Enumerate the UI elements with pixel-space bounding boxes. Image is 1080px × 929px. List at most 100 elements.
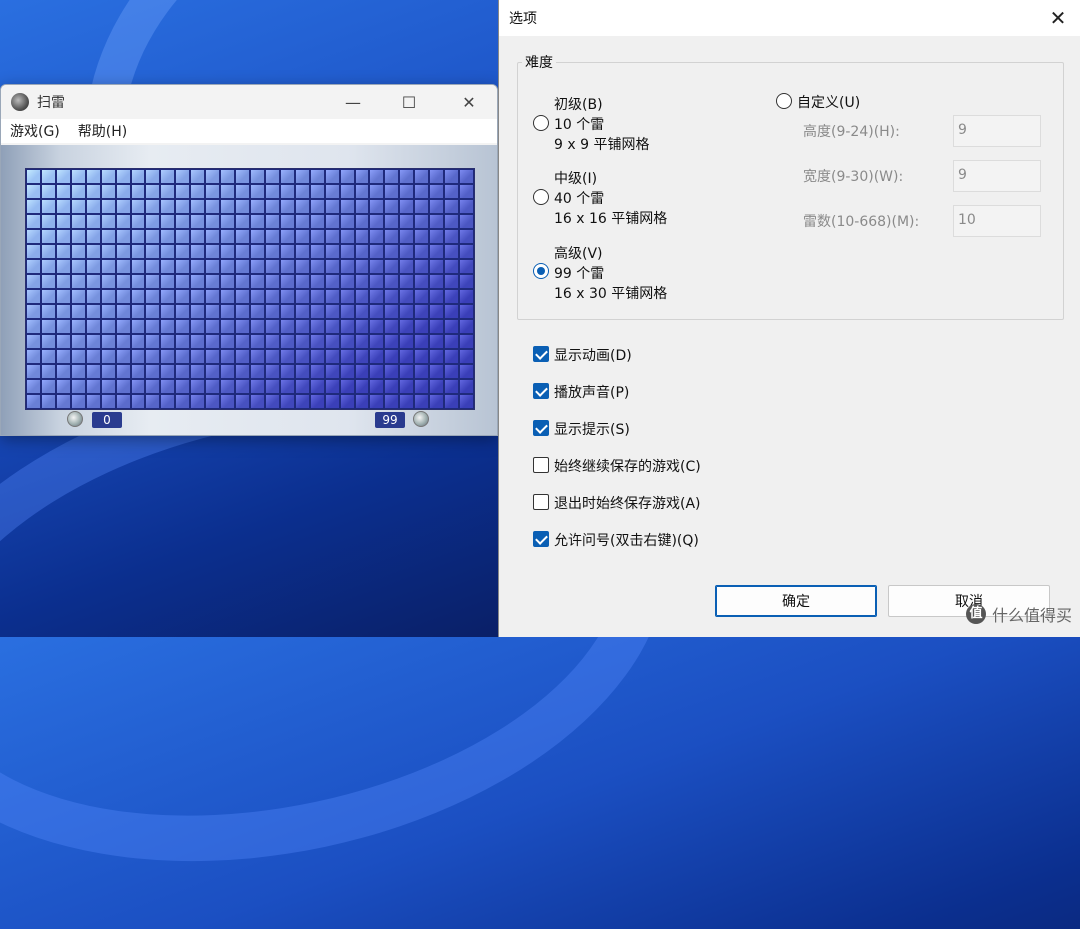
mine-cell[interactable] — [264, 319, 280, 334]
mine-cell[interactable] — [399, 364, 415, 379]
mine-cell[interactable] — [190, 229, 206, 244]
mine-cell[interactable] — [190, 274, 206, 289]
menu-help[interactable]: 帮助(H) — [69, 121, 136, 141]
mine-cell[interactable] — [264, 259, 280, 274]
mine-cell[interactable] — [205, 379, 221, 394]
mine-cell[interactable] — [294, 304, 310, 319]
mine-cell[interactable] — [130, 379, 146, 394]
mine-cell[interactable] — [115, 259, 131, 274]
mine-cell[interactable] — [294, 319, 310, 334]
mine-cell[interactable] — [459, 334, 474, 349]
mine-cell[interactable] — [384, 304, 400, 319]
mine-cell[interactable] — [175, 349, 191, 364]
mine-cell[interactable] — [339, 259, 355, 274]
mine-cell[interactable] — [145, 229, 161, 244]
mine-cell[interactable] — [175, 394, 191, 409]
mine-cell[interactable] — [205, 199, 221, 214]
mine-cell[interactable] — [40, 319, 56, 334]
mine-cell[interactable] — [459, 394, 474, 409]
mine-cell[interactable] — [130, 184, 146, 199]
mine-cell[interactable] — [384, 214, 400, 229]
mine-cell[interactable] — [175, 229, 191, 244]
mine-cell[interactable] — [205, 259, 221, 274]
mine-cell[interactable] — [130, 289, 146, 304]
mine-cell[interactable] — [190, 334, 206, 349]
mine-cell[interactable] — [130, 214, 146, 229]
mine-cell[interactable] — [220, 304, 236, 319]
mine-cell[interactable] — [26, 244, 41, 259]
mine-cell[interactable] — [294, 289, 310, 304]
mine-cell[interactable] — [444, 349, 460, 364]
radio-beginner[interactable] — [533, 115, 549, 131]
mine-cell[interactable] — [429, 319, 445, 334]
mine-cell[interactable] — [369, 214, 385, 229]
mine-cell[interactable] — [220, 334, 236, 349]
checkbox-allow-question-marks[interactable] — [533, 531, 549, 547]
mine-cell[interactable] — [70, 199, 86, 214]
mine-cell[interactable] — [160, 349, 176, 364]
mine-cell[interactable] — [250, 319, 265, 334]
mine-cell[interactable] — [205, 214, 221, 229]
mine-cell[interactable] — [85, 379, 101, 394]
show-animations-label[interactable]: 显示动画(D) — [554, 345, 632, 365]
mine-cell[interactable] — [369, 259, 385, 274]
mine-cell[interactable] — [429, 169, 445, 184]
mine-cell[interactable] — [26, 274, 41, 289]
mine-cell[interactable] — [70, 274, 86, 289]
mine-cell[interactable] — [220, 214, 236, 229]
beginner-label[interactable]: 初级(B) — [554, 94, 603, 114]
mine-cell[interactable] — [369, 199, 385, 214]
mine-cell[interactable] — [220, 379, 236, 394]
mine-cell[interactable] — [354, 304, 370, 319]
mine-cell[interactable] — [399, 334, 415, 349]
mine-cell[interactable] — [55, 349, 71, 364]
mine-cell[interactable] — [130, 244, 146, 259]
mine-cell[interactable] — [235, 274, 250, 289]
mine-cell[interactable] — [279, 169, 295, 184]
mine-cell[interactable] — [205, 319, 221, 334]
mine-cell[interactable] — [160, 259, 176, 274]
mine-cell[interactable] — [190, 364, 206, 379]
mine-cell[interactable] — [414, 259, 430, 274]
mine-cell[interactable] — [205, 184, 221, 199]
mine-cell[interactable] — [294, 379, 310, 394]
mine-cell[interactable] — [354, 394, 370, 409]
mine-cell[interactable] — [384, 349, 400, 364]
mine-cell[interactable] — [70, 214, 86, 229]
mine-cell[interactable] — [26, 364, 41, 379]
mine-cell[interactable] — [250, 334, 265, 349]
mine-cell[interactable] — [294, 169, 310, 184]
mine-cell[interactable] — [55, 244, 71, 259]
mine-cell[interactable] — [414, 334, 430, 349]
mine-cell[interactable] — [384, 379, 400, 394]
mine-cell[interactable] — [26, 184, 41, 199]
mine-cell[interactable] — [384, 184, 400, 199]
show-tips-label[interactable]: 显示提示(S) — [554, 419, 630, 439]
mine-cell[interactable] — [414, 394, 430, 409]
mine-cell[interactable] — [40, 364, 56, 379]
mine-cell[interactable] — [264, 274, 280, 289]
minimize-button[interactable]: — — [325, 85, 381, 119]
mine-cell[interactable] — [85, 274, 101, 289]
width-field[interactable]: 9 — [953, 160, 1041, 192]
mine-cell[interactable] — [294, 274, 310, 289]
mine-cell[interactable] — [264, 214, 280, 229]
mine-cell[interactable] — [399, 259, 415, 274]
mine-cell[interactable] — [220, 184, 236, 199]
mine-cell[interactable] — [384, 169, 400, 184]
mine-cell[interactable] — [309, 349, 325, 364]
radio-custom[interactable] — [776, 93, 792, 109]
mine-cell[interactable] — [459, 274, 474, 289]
mine-cell[interactable] — [40, 199, 56, 214]
mine-cell[interactable] — [130, 274, 146, 289]
mine-cell[interactable] — [40, 244, 56, 259]
mine-cell[interactable] — [130, 334, 146, 349]
mine-cell[interactable] — [444, 169, 460, 184]
mine-cell[interactable] — [145, 274, 161, 289]
mine-cell[interactable] — [100, 244, 116, 259]
mine-cell[interactable] — [324, 379, 340, 394]
mine-cell[interactable] — [264, 229, 280, 244]
mine-cell[interactable] — [160, 289, 176, 304]
mine-cell[interactable] — [70, 259, 86, 274]
mine-cell[interactable] — [339, 289, 355, 304]
